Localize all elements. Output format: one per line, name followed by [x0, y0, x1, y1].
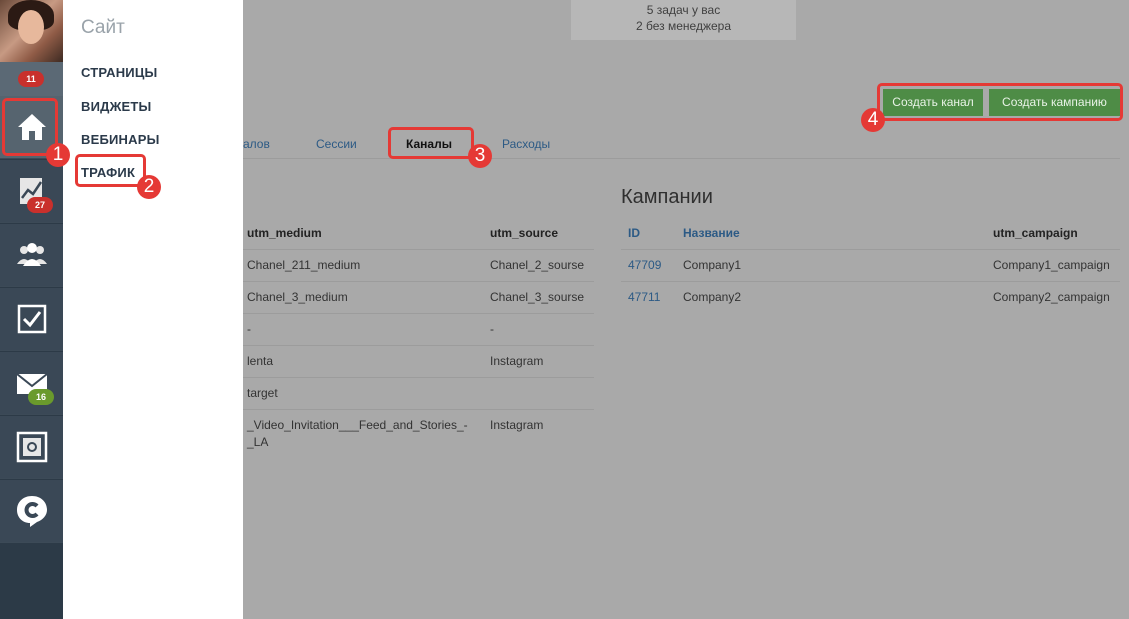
chat-logo-icon: [16, 496, 47, 527]
tasks-line-1: 5 задач у вас: [646, 3, 721, 17]
rail-item-tasks[interactable]: [0, 288, 63, 351]
menu-item-pages[interactable]: СТРАНИЦЫ: [81, 65, 157, 80]
icon-rail: 11 27 16: [0, 0, 63, 619]
table-divider: [243, 377, 594, 378]
annotation-frame-traffic: [75, 154, 146, 187]
utm-medium-cell: Chanel_211_medium: [247, 258, 361, 272]
rail-item-analytics[interactable]: 27: [0, 160, 63, 223]
table-divider: [243, 313, 594, 314]
menu-item-webinars[interactable]: ВЕБИНАРЫ: [81, 132, 160, 147]
rail-item-mail[interactable]: 16: [0, 352, 63, 415]
tabs-divider: [243, 158, 1120, 159]
safe-icon: [16, 431, 47, 463]
rail-item-users[interactable]: [0, 224, 63, 287]
utm-medium-cell-continued: _LA: [247, 435, 269, 449]
campaigns-header-name[interactable]: Название: [683, 226, 740, 240]
step-marker-4: 4: [861, 108, 885, 132]
utm-source-cell: -: [490, 322, 494, 336]
avatar-face: [18, 10, 44, 44]
table-divider: [243, 281, 594, 282]
table-divider: [621, 249, 1120, 250]
step-marker-3: 3: [468, 144, 492, 168]
rail-item-safe[interactable]: [0, 416, 63, 479]
mail-badge: 16: [28, 389, 54, 405]
utm-medium-cell: lenta: [247, 354, 274, 368]
site-sidebar-menu: Сайт СТРАНИЦЫ ВИДЖЕТЫ ВЕБИНАРЫ ТРАФИК: [63, 0, 243, 619]
campaign-name-cell: Company1: [683, 258, 742, 272]
campaign-name-cell: Company2: [683, 290, 742, 304]
annotation-frame-buttons: [877, 83, 1123, 121]
campaign-utm-cell: Company2_campaign: [993, 290, 1110, 304]
utm-source-cell: Instagram: [490, 418, 544, 432]
table-divider: [243, 249, 594, 250]
notifications-badge: 11: [18, 71, 44, 87]
utm-medium-cell: target: [247, 386, 278, 400]
checkbox-icon: [17, 304, 46, 334]
campaigns-header-id[interactable]: ID: [628, 226, 640, 240]
campaigns-title: Кампании: [621, 186, 713, 208]
tasks-banner[interactable]: 5 задач у вас 2 без менеджера: [571, 0, 796, 40]
campaign-id-link[interactable]: 47709: [628, 258, 661, 272]
table-divider: [621, 281, 1120, 282]
tab-expenses[interactable]: Расходы: [502, 137, 550, 151]
step-marker-2: 2: [137, 175, 161, 199]
channels-header-utm-medium[interactable]: utm_medium: [247, 226, 322, 240]
channels-header-utm-source[interactable]: utm_source: [490, 226, 558, 240]
utm-medium-cell: _Video_Invitation___Feed_and_Stories_-: [247, 418, 468, 432]
utm-medium-cell: -: [247, 322, 251, 336]
sidebar-title: Сайт: [81, 17, 125, 38]
tasks-line-2: 2 без менеджера: [635, 19, 731, 33]
notifications-row[interactable]: 11: [0, 62, 63, 96]
tab-sessions[interactable]: Сессии: [316, 137, 357, 151]
menu-item-widgets[interactable]: ВИДЖЕТЫ: [81, 99, 151, 114]
utm-medium-cell: Chanel_3_medium: [247, 290, 348, 304]
avatar[interactable]: [0, 0, 63, 62]
table-divider: [243, 345, 594, 346]
campaign-id-link[interactable]: 47711: [628, 290, 660, 304]
campaign-utm-cell: Company1_campaign: [993, 258, 1110, 272]
users-icon: [16, 243, 47, 266]
utm-source-cell: Instagram: [490, 354, 544, 368]
tab-partial[interactable]: алов: [243, 137, 270, 151]
analytics-badge: 27: [27, 197, 53, 213]
utm-source-cell: Chanel_3_sourse: [490, 290, 585, 304]
campaigns-header-utm-campaign: utm_campaign: [993, 226, 1078, 240]
annotation-frame-channels: [388, 127, 474, 159]
rail-item-chat[interactable]: [0, 480, 63, 543]
utm-source-cell: Chanel_2_sourse: [490, 258, 585, 272]
table-divider: [243, 409, 594, 410]
step-marker-1: 1: [46, 143, 70, 167]
